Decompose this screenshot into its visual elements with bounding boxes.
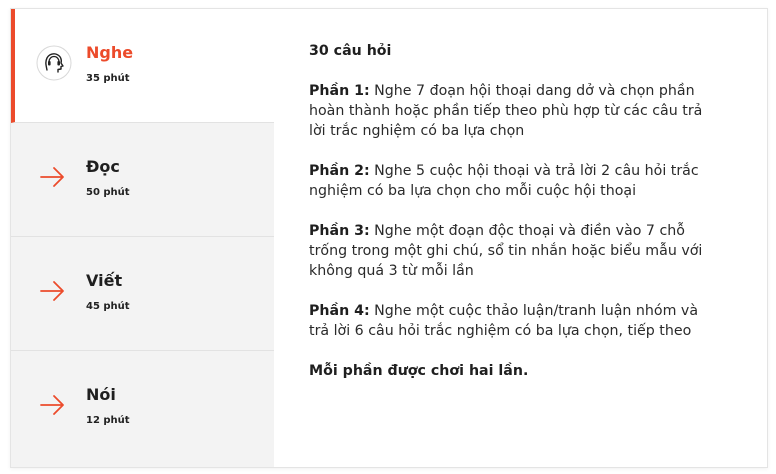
play-note: Mỗi phần được chơi hai lần.	[309, 363, 529, 379]
exam-section-card: Nghe 35 phút Đọc 50 phút Viết 45 phút Nó…	[10, 8, 768, 468]
tab-title: Đọc	[86, 157, 120, 176]
tab-speaking[interactable]: Nói 12 phút	[11, 351, 274, 465]
part-label: Phần 3:	[309, 223, 370, 239]
section-description: 30 câu hỏi Phần 1: Nghe 7 đoạn hội thoại…	[309, 41, 719, 401]
arrow-right-icon	[35, 273, 71, 309]
tab-writing[interactable]: Viết 45 phút	[11, 237, 274, 351]
part-label: Phần 4:	[309, 303, 370, 319]
tab-title: Nghe	[86, 43, 134, 62]
tab-duration: 12 phút	[86, 415, 130, 426]
part-label: Phần 1:	[309, 83, 370, 99]
part-2: Phần 2: Nghe 5 cuộc hội thoại và trả lời…	[309, 161, 719, 201]
tab-listening[interactable]: Nghe 35 phút	[11, 9, 274, 123]
tab-duration: 35 phút	[86, 73, 130, 84]
tab-title: Viết	[86, 271, 123, 290]
listening-head-icon	[36, 45, 72, 81]
section-tabs: Nghe 35 phút Đọc 50 phút Viết 45 phút Nó…	[11, 9, 274, 467]
part-1: Phần 1: Nghe 7 đoạn hội thoại dang dở và…	[309, 81, 719, 141]
arrow-right-icon	[35, 159, 71, 195]
tab-reading[interactable]: Đọc 50 phút	[11, 123, 274, 237]
part-4: Phần 4: Nghe một cuộc thảo luận/tranh lu…	[309, 301, 719, 341]
tab-duration: 45 phút	[86, 301, 130, 312]
tab-duration: 50 phút	[86, 187, 130, 198]
question-count: 30 câu hỏi	[309, 43, 392, 59]
part-3: Phần 3: Nghe một đoạn độc thoại và điền …	[309, 221, 719, 281]
arrow-right-icon	[35, 387, 71, 423]
part-label: Phần 2:	[309, 163, 370, 179]
tab-title: Nói	[86, 385, 116, 404]
